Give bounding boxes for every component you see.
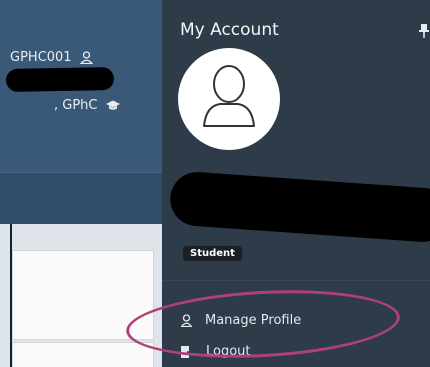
content-border (10, 224, 12, 367)
user-icon (79, 51, 93, 64)
top-bar: GPHC001 , GPhC (0, 0, 162, 172)
avatar[interactable] (178, 48, 280, 150)
content-card (12, 342, 154, 367)
screenshot-frame: GPHC001 , GPhC My Account Student Manage… (0, 0, 430, 367)
user-silhouette-icon (178, 48, 280, 150)
panel-title: My Account (180, 20, 279, 40)
user-id-text: GPHC001 (10, 50, 72, 65)
redacted-name (5, 67, 115, 92)
status-badge: Student (183, 246, 242, 261)
pin-icon[interactable] (418, 24, 430, 38)
user-role-text: , GPhC (54, 98, 98, 113)
divider (162, 280, 430, 281)
redacted-name (168, 170, 430, 244)
page-subheader (0, 172, 162, 225)
user-role-row[interactable]: , GPhC (54, 98, 154, 113)
user-id-row[interactable]: GPHC001 (10, 50, 154, 65)
graduation-cap-icon (105, 100, 120, 111)
